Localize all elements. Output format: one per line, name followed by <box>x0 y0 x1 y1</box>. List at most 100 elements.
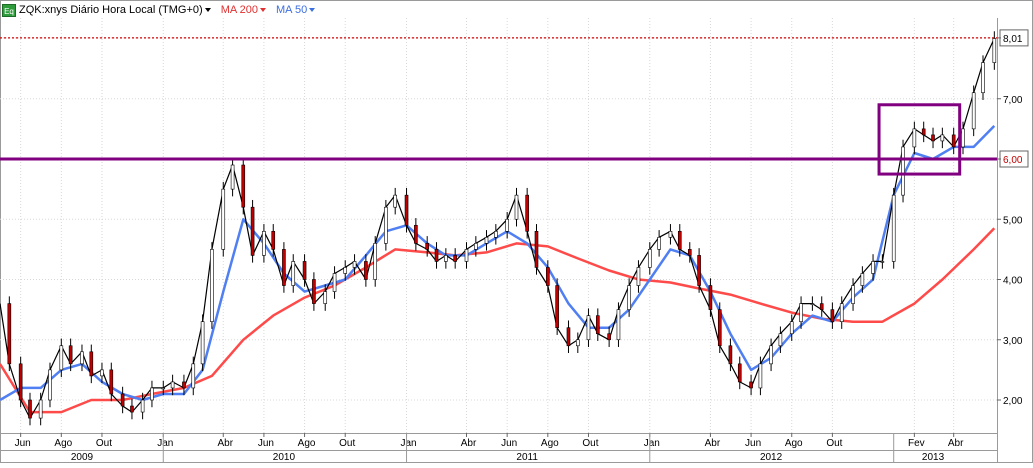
ma50-selector[interactable]: MA 50 <box>276 4 316 16</box>
price-candle <box>871 261 875 274</box>
price-candle <box>191 363 196 389</box>
x-tick-label: Ago <box>54 438 72 449</box>
price-candle <box>48 369 52 401</box>
price-candle <box>221 188 226 250</box>
price-candle <box>140 399 145 413</box>
price-candle <box>566 327 571 347</box>
price-candle <box>717 309 722 347</box>
y-tick-label: 8,01 <box>1003 34 1023 45</box>
price-candle <box>860 273 865 286</box>
price-candle <box>210 249 214 322</box>
price-candle <box>161 387 166 390</box>
price-candle <box>505 218 509 232</box>
y-tick-label: 2,00 <box>1003 396 1023 407</box>
price-candle <box>352 261 357 268</box>
stock-chart: 2,00 3,00 4,00 5,00 6,00 7,00 8,01 Jun Ago Out Jan… <box>0 0 1033 463</box>
ma200-line <box>0 227 996 414</box>
consolidation-box <box>877 103 962 176</box>
price-candle <box>525 194 529 232</box>
x-tick-label: Ago <box>541 438 559 449</box>
x-tick-label: Abr <box>217 438 233 449</box>
price-candle <box>607 333 611 341</box>
price-candle <box>769 345 773 365</box>
price-candle <box>464 249 469 262</box>
price-candle <box>819 303 824 310</box>
price-candle <box>494 231 498 238</box>
price-candle <box>789 321 794 335</box>
price-candle <box>343 267 348 274</box>
price-candle <box>262 231 266 256</box>
price-candle <box>647 249 652 268</box>
price-candle <box>810 303 815 305</box>
price-candle <box>18 363 23 401</box>
price-candle <box>384 206 388 244</box>
symbol-label: ZQK:xnys Diário Hora Local (TMG+0) <box>19 4 203 16</box>
x-tick-label: Abr <box>461 438 477 449</box>
y-tick-label: 5,00 <box>1003 215 1023 226</box>
y-tick-label: 6,00 <box>1003 155 1023 166</box>
price-candle <box>241 164 246 208</box>
x-tick-label: Jan <box>644 438 660 449</box>
price-line <box>0 38 995 419</box>
x-tick-label: Abr <box>948 438 964 449</box>
price-candle <box>657 237 661 250</box>
price-candle <box>312 279 316 304</box>
price-candle <box>749 381 753 389</box>
x-tick-label: Jun <box>745 438 761 449</box>
ma200-selector[interactable]: MA 200 <box>221 4 266 16</box>
price-candle <box>576 339 580 347</box>
year-label: 2009 <box>71 452 94 463</box>
x-tick-label: Out <box>582 438 598 449</box>
x-tick-label: Jun <box>501 438 517 449</box>
price-candle <box>971 92 976 130</box>
ma50-line <box>0 125 996 402</box>
x-tick-label: Ago <box>785 438 803 449</box>
price-candle <box>89 351 94 377</box>
x-tick-label: Jan <box>400 438 416 449</box>
price-candle <box>109 369 114 395</box>
price-candle <box>981 62 985 94</box>
price-candle <box>200 321 205 365</box>
x-tick-label: Jun <box>258 438 274 449</box>
price-candle <box>677 231 682 250</box>
x-tick-label: Out <box>826 438 842 449</box>
price-candle <box>951 134 956 148</box>
x-tick-label: Ago <box>298 438 316 449</box>
chevron-down-icon <box>204 8 211 12</box>
symbol-selector[interactable]: ZQK:xnys Diário Hora Local (TMG+0) <box>19 4 211 16</box>
price-candle <box>737 363 742 383</box>
price-candle <box>100 369 104 377</box>
price-candle <box>230 164 235 190</box>
price-candle <box>68 345 73 365</box>
price-candle <box>28 399 32 419</box>
x-tick-label: Abr <box>705 438 721 449</box>
price-candle <box>546 267 550 286</box>
price-candle <box>880 261 885 263</box>
price-candle <box>961 128 965 148</box>
price-candle <box>434 249 439 262</box>
price-candle <box>851 285 855 304</box>
year-label: 2011 <box>516 452 538 463</box>
chart-canvas: 2,00 3,00 4,00 5,00 6,00 7,00 8,01 Jun Ago Out Jan… <box>0 0 1033 463</box>
price-candle <box>931 134 935 142</box>
price-candle <box>404 194 409 226</box>
price-candle <box>474 243 478 250</box>
price-candle <box>302 261 307 280</box>
price-candle <box>414 224 418 244</box>
y-tick-label: 7,00 <box>1003 95 1023 106</box>
price-candle <box>636 267 641 286</box>
chart-header: Eq ZQK:xnys Diário Hora Local (TMG+0) MA… <box>2 2 325 18</box>
price-candle <box>373 243 378 280</box>
year-label: 2010 <box>273 452 296 463</box>
price-candle <box>596 315 600 335</box>
price-candle <box>444 255 448 262</box>
price-candle <box>901 146 905 196</box>
chevron-down-icon <box>309 8 316 12</box>
x-tick-label: Fev <box>908 438 925 449</box>
price-candle <box>799 303 803 322</box>
price-candle <box>150 387 154 401</box>
price-candle <box>668 231 673 238</box>
price-candle <box>291 261 296 286</box>
price-candle <box>453 255 457 262</box>
equity-icon[interactable]: Eq <box>2 3 16 17</box>
